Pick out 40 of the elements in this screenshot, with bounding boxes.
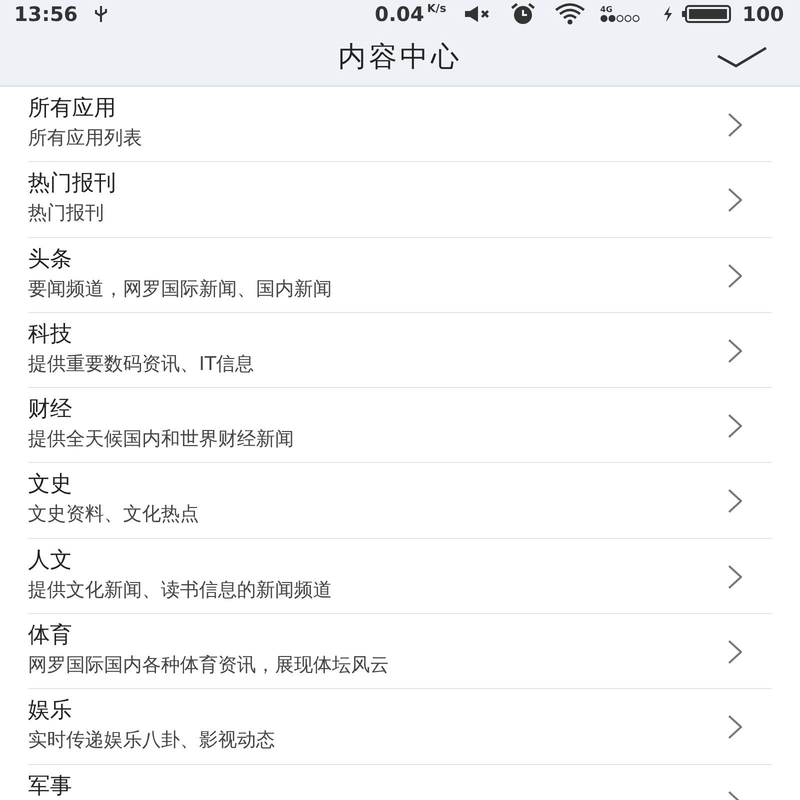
item-title: 科技 bbox=[28, 322, 73, 347]
clock-time: 13:56 bbox=[14, 2, 78, 26]
speed-unit: K/s bbox=[427, 2, 446, 15]
item-title: 军事 bbox=[28, 774, 73, 799]
item-title: 人文 bbox=[28, 548, 73, 573]
wifi-icon bbox=[554, 3, 586, 25]
item-title: 热门报刊 bbox=[28, 171, 117, 196]
item-description: 实时传递娱乐八卦、影视动态 bbox=[28, 729, 276, 752]
item-title: 文史 bbox=[28, 472, 73, 498]
list-item[interactable]: 热门报刊 热门报刊 bbox=[28, 162, 772, 238]
item-description: 提供重要数码资讯、IT信息 bbox=[28, 352, 256, 375]
list-item[interactable]: 娱乐 实时传递娱乐八卦、影视动态 bbox=[28, 689, 772, 765]
item-title: 头条 bbox=[28, 246, 73, 272]
list-item[interactable]: 科技 提供重要数码资讯、IT信息 bbox=[28, 312, 772, 388]
network-speed: 0.04 bbox=[374, 2, 424, 26]
list-item[interactable]: 体育 网罗国际国内各种体育资讯，展现体坛风云 bbox=[28, 614, 772, 690]
item-description: 热门报刊 bbox=[28, 202, 105, 224]
charging-icon bbox=[662, 5, 674, 23]
list-item[interactable]: 财经 提供全天候国内和世界财经新闻 bbox=[28, 388, 772, 464]
item-title: 娱乐 bbox=[28, 698, 73, 724]
item-description: 要闻频道，网罗国际新闻、国内新闻 bbox=[28, 278, 333, 300]
battery-level: 100 bbox=[742, 2, 784, 26]
list-item[interactable]: 文史 文史资料、文化热点 bbox=[28, 463, 772, 539]
list-item[interactable]: 所有应用 所有应用列表 bbox=[28, 87, 772, 162]
battery-icon bbox=[682, 4, 732, 24]
page-title: 内容中心 bbox=[338, 38, 462, 74]
list-item[interactable]: 军事 bbox=[28, 764, 772, 800]
item-description: 文史资料、文化热点 bbox=[28, 503, 200, 526]
list-item[interactable]: 人文 提供文化新闻、读书信息的新闻频道 bbox=[28, 538, 772, 614]
alarm-icon bbox=[510, 3, 536, 25]
item-title: 所有应用 bbox=[28, 96, 117, 121]
item-description: 网罗国际国内各种体育资讯，展现体坛风云 bbox=[28, 654, 390, 676]
item-description: 提供全天候国内和世界财经新闻 bbox=[28, 428, 295, 450]
network-type: 4G bbox=[600, 6, 614, 14]
item-title: 体育 bbox=[28, 623, 73, 648]
item-description: 所有应用列表 bbox=[28, 127, 143, 149]
list-item[interactable]: 头条 要闻频道，网罗国际新闻、国内新闻 bbox=[28, 238, 772, 313]
item-description: 提供文化新闻、读书信息的新闻频道 bbox=[28, 578, 333, 601]
item-title: 财经 bbox=[28, 397, 73, 422]
usb-icon bbox=[94, 4, 108, 24]
